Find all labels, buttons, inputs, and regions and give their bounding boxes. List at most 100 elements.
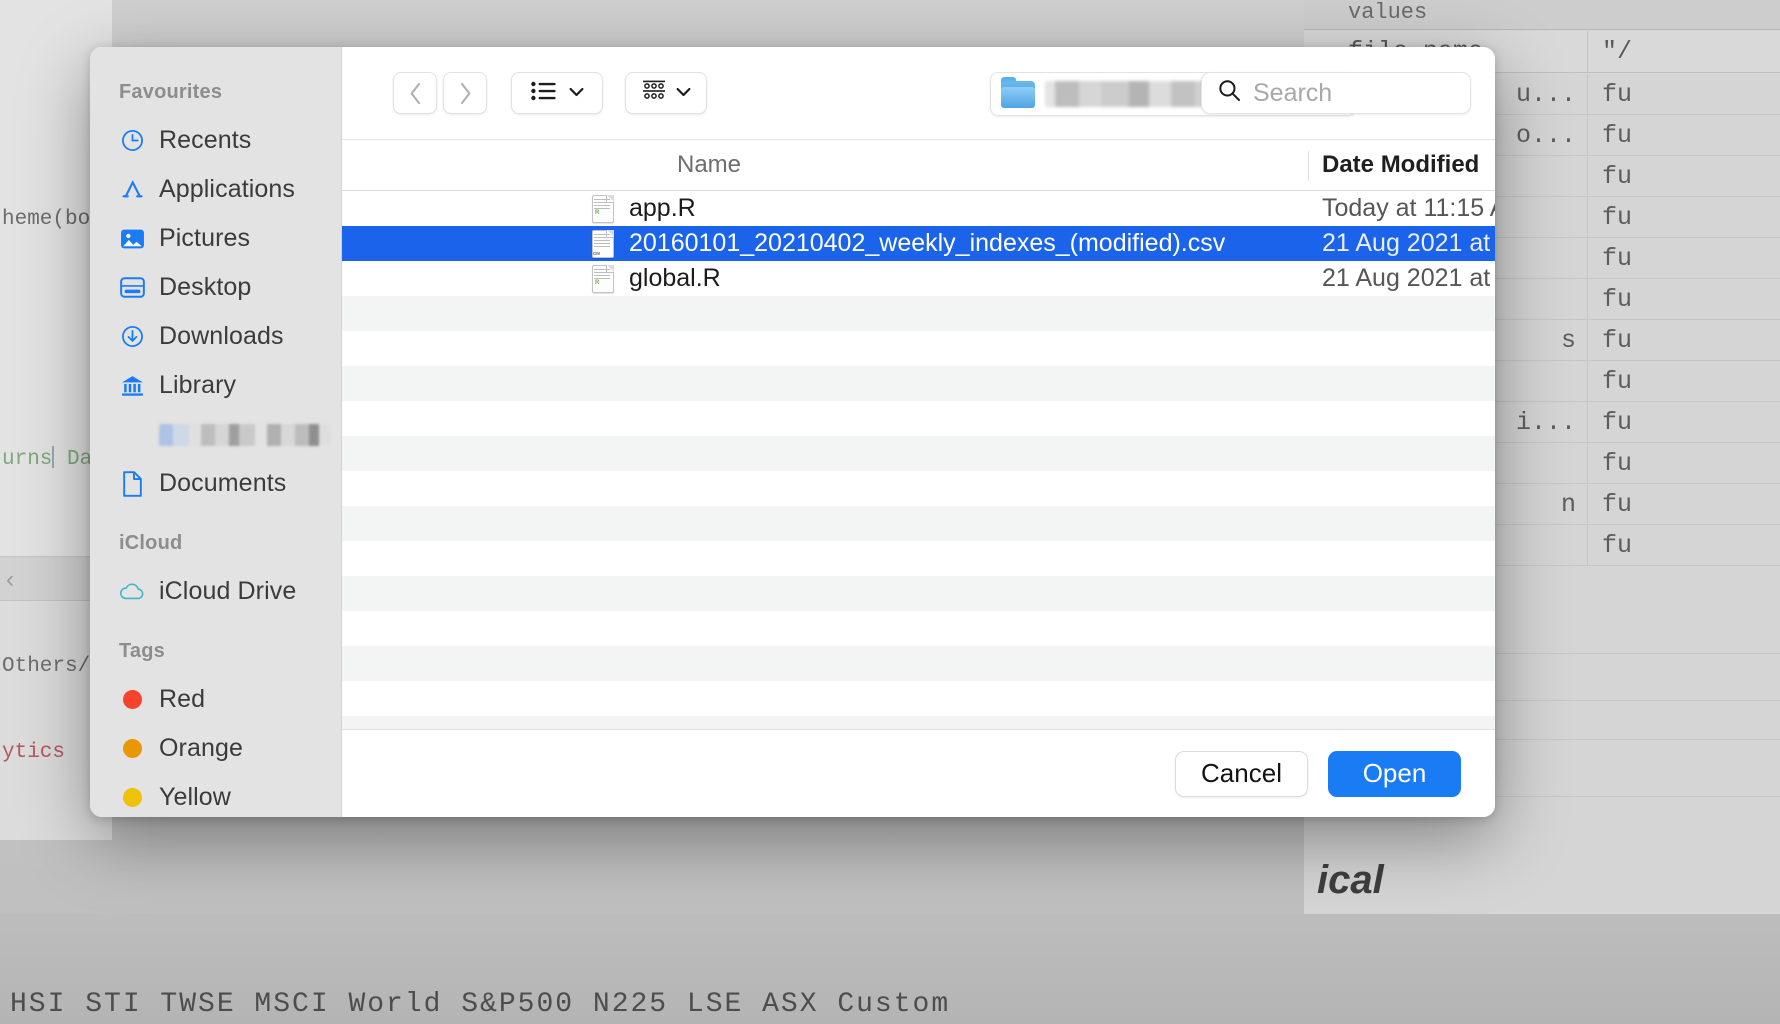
sidebar[interactable]: Favourites Recents Applications <box>90 47 342 817</box>
table-row[interactable]: csv 20160101_20210402_weekly_indexes_(mo… <box>342 226 1495 261</box>
tag-dot-icon-red <box>119 687 145 713</box>
file-list[interactable]: R app.R Today at 11:15 AM 14 csv 2016010… <box>342 191 1495 729</box>
search-input[interactable]: Search <box>1201 72 1471 114</box>
clock-icon <box>119 128 145 154</box>
column-divider[interactable] <box>1308 151 1309 181</box>
view-grid-button[interactable] <box>625 72 707 114</box>
document-icon <box>119 471 145 497</box>
sidebar-item-tag-red[interactable]: Red <box>90 675 341 724</box>
icon-view-icon <box>642 80 666 107</box>
sidebar-item-label: Library <box>159 371 236 400</box>
chevron-down-icon <box>569 84 584 102</box>
list-item-empty <box>342 471 1495 506</box>
sidebar-item-documents[interactable]: Documents <box>90 459 341 508</box>
list-item-empty <box>342 401 1495 436</box>
list-item-empty <box>342 366 1495 401</box>
r-file-icon: R <box>592 265 614 293</box>
list-view-icon <box>531 81 557 106</box>
file-date-modified: 21 Aug 2021 at 3:20 AM <box>1322 264 1495 293</box>
forward-button[interactable] <box>443 72 487 114</box>
sidebar-item-icloud-drive[interactable]: iCloud Drive <box>90 567 341 616</box>
toolbar: Search <box>342 47 1495 139</box>
search-icon <box>1218 79 1241 107</box>
file-date-modified: 21 Aug 2021 at 3:22 AM <box>1322 229 1495 258</box>
sidebar-item-pictures[interactable]: Pictures <box>90 214 341 263</box>
navigation-buttons <box>393 72 487 114</box>
open-button[interactable]: Open <box>1328 751 1461 797</box>
download-icon <box>119 324 145 350</box>
column-header-row: Name Date Modified Size <box>342 139 1495 191</box>
csv-file-icon: csv <box>592 230 614 258</box>
sidebar-item-recents[interactable]: Recents <box>90 116 341 165</box>
sidebar-section-favourites-title: Favourites <box>90 81 341 116</box>
environment-var-value: fu <box>1587 320 1632 361</box>
list-item-empty <box>342 436 1495 471</box>
list-item-empty <box>342 611 1495 646</box>
sidebar-item-label: Applications <box>159 175 295 204</box>
environment-var-value: fu <box>1587 115 1632 156</box>
back-button[interactable] <box>393 72 437 114</box>
sidebar-item-label: Pictures <box>159 224 250 253</box>
sidebar-item-applications[interactable]: Applications <box>90 165 341 214</box>
sidebar-item-label: iCloud Drive <box>159 577 296 606</box>
column-header-name[interactable]: Name <box>677 151 741 179</box>
open-file-dialog: Favourites Recents Applications <box>90 47 1495 817</box>
sidebar-item-tag-yellow[interactable]: Yellow <box>90 773 341 817</box>
environment-var-value: fu <box>1587 443 1632 484</box>
heading-label: ical <box>1317 858 1384 903</box>
photo-icon <box>119 226 145 252</box>
sidebar-item-library[interactable]: Library <box>90 361 341 410</box>
sidebar-item-tag-orange[interactable]: Orange <box>90 724 341 773</box>
list-item-empty <box>342 541 1495 576</box>
list-item-empty <box>342 506 1495 541</box>
list-item-empty <box>342 576 1495 611</box>
list-item-empty <box>342 296 1495 331</box>
sidebar-item-label: Yellow <box>159 783 231 812</box>
search-placeholder: Search <box>1253 79 1332 108</box>
list-item-empty <box>342 681 1495 716</box>
environment-var-value: fu <box>1587 402 1632 443</box>
r-file-icon: R <box>592 195 614 223</box>
table-row[interactable]: R global.R 21 Aug 2021 at 3:20 AM 12 <box>342 261 1495 296</box>
sidebar-item-redacted[interactable] <box>90 410 341 459</box>
bottom-tabs-label: HSI STI TWSE MSCI World S&P500 N225 LSE … <box>10 989 950 1020</box>
environment-var-value: fu <box>1587 238 1632 279</box>
desktop-icon <box>119 275 145 301</box>
column-header-date-modified[interactable]: Date Modified <box>1322 151 1479 179</box>
sidebar-item-desktop[interactable]: Desktop <box>90 263 341 312</box>
environment-var-value: fu <box>1587 74 1632 115</box>
chevron-down-icon <box>676 84 691 102</box>
background-bottom-tabs: HSI STI TWSE MSCI World S&P500 N225 LSE … <box>0 914 1780 1024</box>
chevron-left-icon: ‹ <box>6 566 14 594</box>
file-name: 20160101_20210402_weekly_indexes_(modifi… <box>629 229 1225 258</box>
dialog-main: Search Name Date Modified Size R <box>342 47 1495 817</box>
file-date-modified: Today at 11:15 AM <box>1322 194 1495 223</box>
sidebar-item-label: Red <box>159 685 205 714</box>
environment-var-value: fu <box>1587 361 1632 402</box>
list-item-empty <box>342 331 1495 366</box>
sidebar-item-label: Recents <box>159 126 251 155</box>
view-list-button[interactable] <box>511 72 603 114</box>
sidebar-item-label: Desktop <box>159 273 251 302</box>
cancel-button[interactable]: Cancel <box>1175 751 1308 797</box>
environment-var-value: fu <box>1587 156 1632 197</box>
folder-icon <box>1001 81 1035 108</box>
file-name: global.R <box>629 264 721 293</box>
file-name: app.R <box>629 194 696 223</box>
environment-var-value: fu <box>1587 484 1632 525</box>
environment-section-header: values <box>1304 0 1780 30</box>
library-icon <box>119 373 145 399</box>
environment-var-value: fu <box>1587 279 1632 320</box>
sidebar-item-downloads[interactable]: Downloads <box>90 312 341 361</box>
tag-dot-icon-yellow <box>119 785 145 811</box>
environment-var-value: fu <box>1587 525 1632 566</box>
list-item-empty <box>342 646 1495 681</box>
table-row[interactable]: R app.R Today at 11:15 AM 14 <box>342 191 1495 226</box>
sidebar-item-label: Documents <box>159 469 286 498</box>
sidebar-item-label: Orange <box>159 734 243 763</box>
tag-dot-icon-orange <box>119 736 145 762</box>
environment-var-value: fu <box>1587 197 1632 238</box>
list-item-empty <box>342 716 1495 729</box>
dialog-footer: Cancel Open <box>342 729 1495 817</box>
appstore-icon <box>119 177 145 203</box>
